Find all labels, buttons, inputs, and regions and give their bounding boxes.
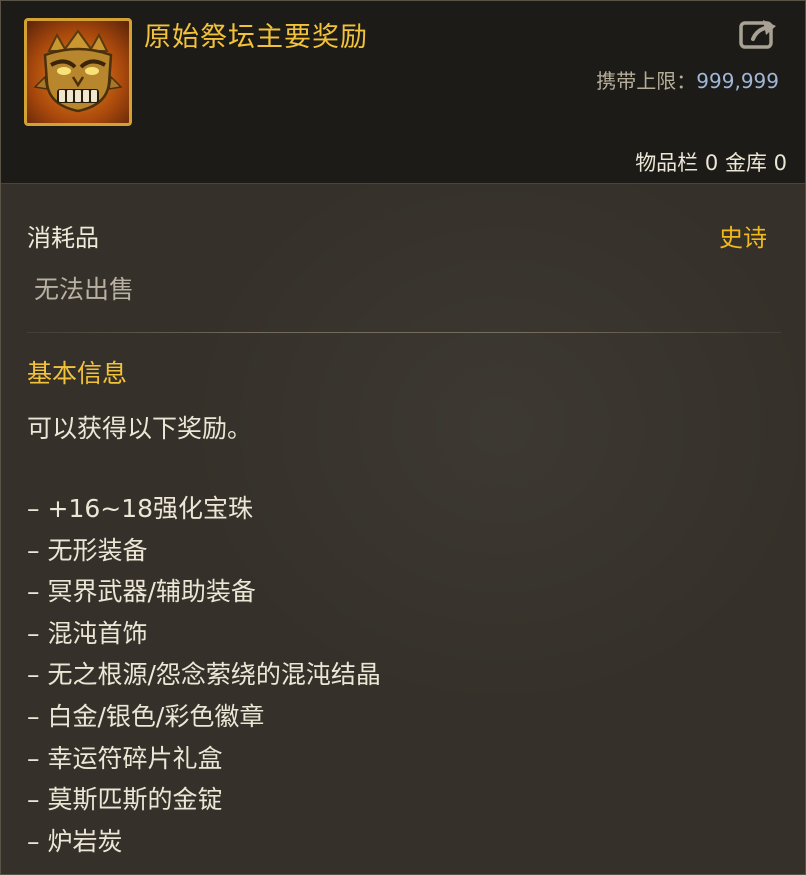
- inventory-label: 物品栏: [635, 151, 699, 175]
- reward-item: – 无之根源/怨念萦绕的混沌结晶: [27, 660, 381, 690]
- reward-item: – 幸运符碎片礼盒: [27, 743, 223, 773]
- trade-note: 无法出售: [34, 275, 135, 304]
- reward-item: – 冥界武器/辅助装备: [27, 577, 256, 607]
- storage-counts: 物品栏 0 金库 0: [635, 147, 787, 177]
- tooltip-header: 原始祭坛主要奖励 携带上限：999,999 物品栏 0 金库 0: [1, 1, 805, 184]
- demon-mask-icon: [24, 18, 132, 126]
- item-tooltip: 原始祭坛主要奖励 携带上限：999,999 物品栏 0 金库 0 消耗品 史诗 …: [0, 0, 806, 875]
- reward-list: – +16~18强化宝珠 – 无形装备 – 冥界武器/辅助装备 – 混沌首饰 – 无之根源…: [27, 488, 381, 862]
- item-title: 原始祭坛主要奖励: [144, 22, 368, 53]
- section-divider: [27, 332, 781, 333]
- storage-label: 金库: [724, 151, 767, 175]
- tooltip-body: 消耗品 史诗 无法出售 基本信息 可以获得以下奖励。 – +16~18强化宝珠 –…: [1, 184, 805, 874]
- section-title: 基本信息: [27, 359, 128, 388]
- item-category: 消耗品: [27, 224, 99, 252]
- carry-limit: 携带上限：999,999: [596, 65, 779, 94]
- reward-item: – 混沌首饰: [27, 618, 148, 648]
- reward-item: – 白金/银色/彩色徽章: [27, 701, 265, 731]
- reward-item: – 无形装备: [27, 535, 148, 565]
- carry-limit-label: 携带上限：: [596, 69, 697, 93]
- reward-item: – +16~18强化宝珠: [27, 494, 254, 523]
- storage-count: 0: [773, 151, 787, 175]
- share-export-icon: [739, 20, 776, 49]
- carry-limit-value: 999,999: [696, 69, 779, 93]
- share-button[interactable]: [739, 17, 779, 51]
- reward-item: – 炉岩炭: [27, 826, 123, 856]
- reward-item: – 莫斯匹斯的金锭: [27, 785, 223, 815]
- inventory-count: 0: [704, 151, 719, 175]
- item-description: 可以获得以下奖励。: [27, 414, 253, 443]
- item-rarity: 史诗: [719, 224, 767, 252]
- item-icon-graphic: [33, 29, 123, 113]
